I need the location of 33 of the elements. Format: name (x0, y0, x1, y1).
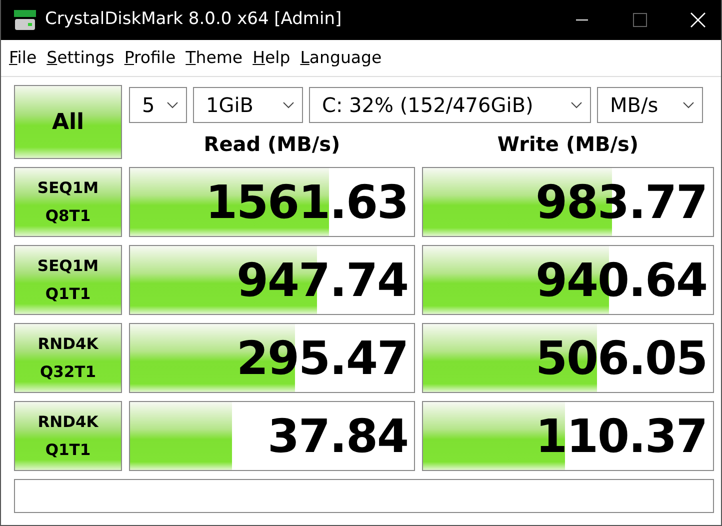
menu-item[interactable]: Help (248, 46, 296, 70)
all-button[interactable]: All (14, 85, 122, 159)
result-value: 295.47 (235, 330, 409, 387)
menu-item[interactable]: Profile (119, 46, 181, 70)
test-button[interactable]: RND4K Q1T1 (14, 401, 122, 471)
dropdown[interactable]: C: 32% (152/476GiB) (309, 87, 591, 123)
comment-field[interactable] (14, 479, 714, 513)
menu-item[interactable]: Settings (42, 46, 120, 70)
result-value: 940.64 (534, 252, 708, 309)
dropdown[interactable]: MB/s (597, 87, 703, 123)
result-value: 983.77 (534, 174, 708, 231)
close-icon (690, 12, 706, 28)
chevron-down-icon (683, 102, 694, 108)
menu-item[interactable]: Language (295, 46, 387, 70)
chevron-down-icon (167, 102, 178, 108)
column-header: Write (MB/s) (496, 131, 640, 158)
column-header: Read (MB/s) (202, 131, 342, 158)
dropdown[interactable]: 5 (129, 87, 187, 123)
test-button[interactable]: SEQ1M Q8T1 (14, 167, 122, 237)
result-value: 506.05 (534, 330, 708, 387)
chevron-down-icon (283, 102, 294, 108)
menu-item[interactable]: Theme (180, 46, 248, 70)
result-value: 110.37 (534, 408, 708, 465)
result-value: 37.84 (266, 408, 409, 465)
test-button[interactable]: RND4K Q32T1 (14, 323, 122, 393)
app-icon (13, 8, 37, 32)
result-value: 947.74 (235, 252, 409, 309)
window-title: CrystalDiskMark 8.0.0 x64 [Admin] (45, 8, 342, 32)
chevron-down-icon (571, 102, 582, 108)
menu-item[interactable]: File (4, 46, 42, 70)
dropdown[interactable]: 1GiB (193, 87, 303, 123)
test-button[interactable]: SEQ1M Q1T1 (14, 245, 122, 315)
maximize-icon (633, 13, 647, 27)
